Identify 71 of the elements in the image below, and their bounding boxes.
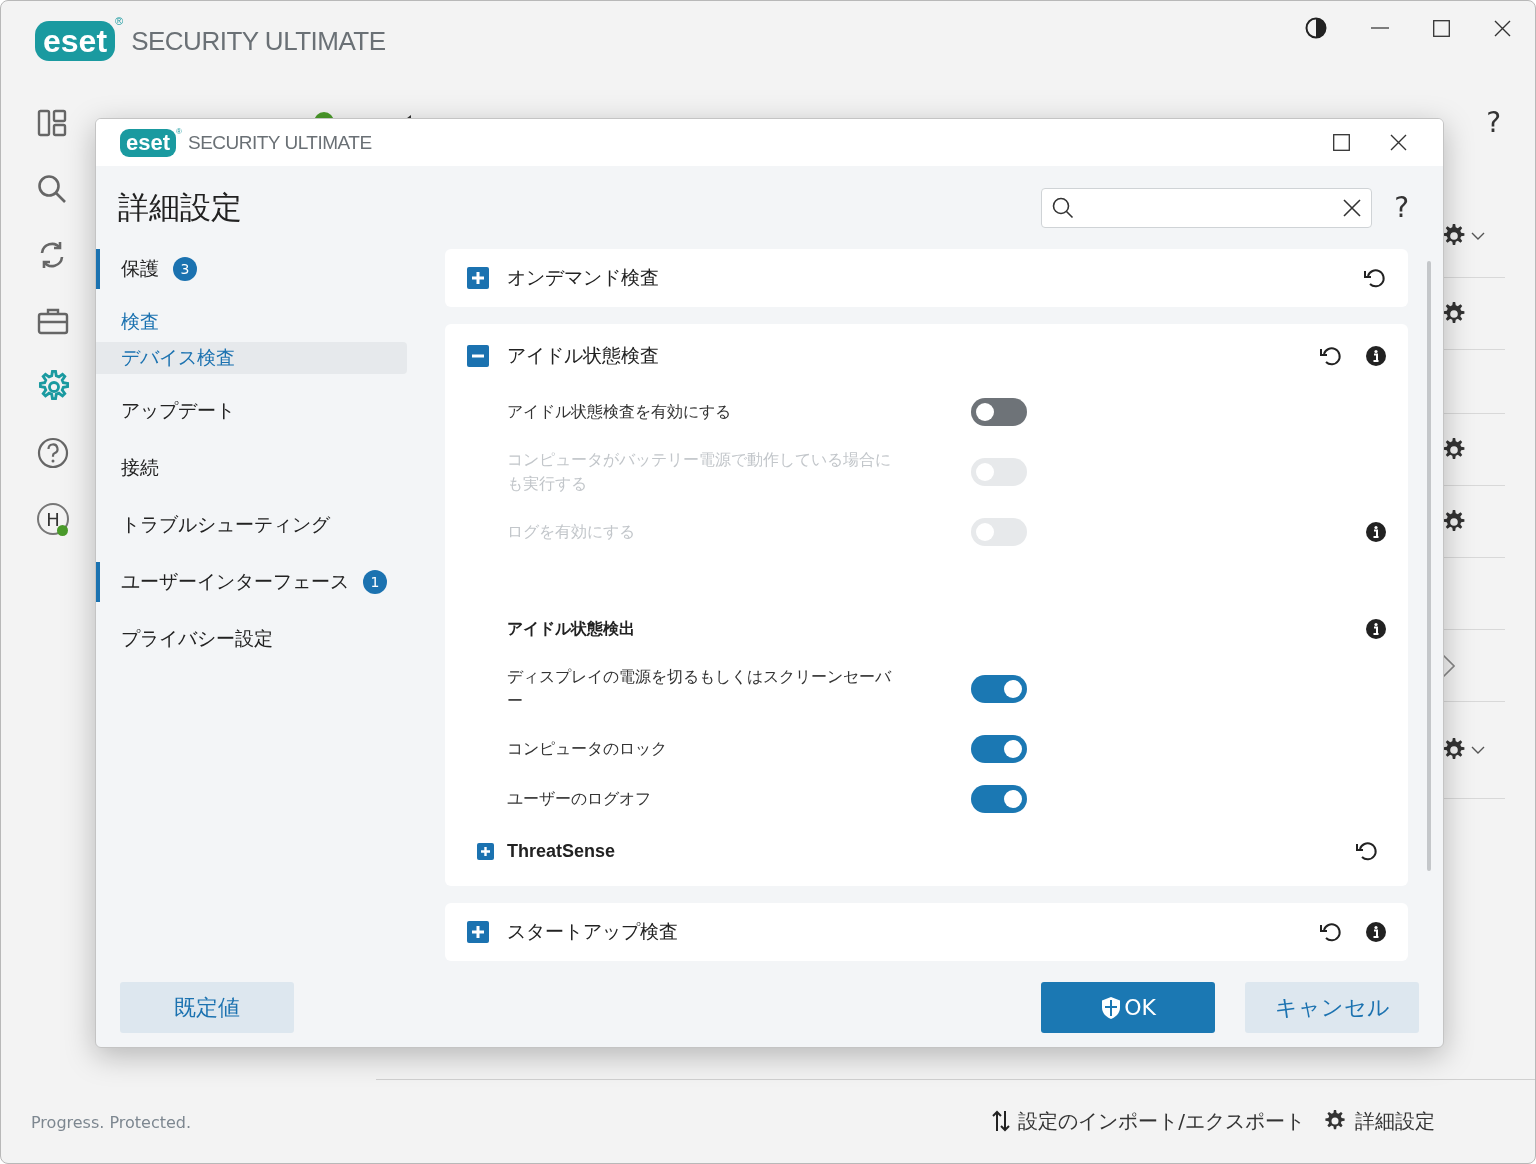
section-title[interactable]: アイドル状態検査 <box>507 342 1320 369</box>
help-icon[interactable] <box>37 437 69 469</box>
contrast-icon[interactable] <box>1305 17 1327 39</box>
footer-link[interactable]: 設定のインポート/エクスポート <box>1018 1107 1305 1135</box>
tagline: Progress. Protected. <box>31 1112 192 1132</box>
reset-icon[interactable] <box>1320 921 1342 943</box>
section-title[interactable]: オンデマンド検査 <box>507 265 1364 291</box>
product-name: SECURITY ULTIMATE <box>131 25 386 57</box>
nav-item[interactable]: 検査 <box>96 306 407 338</box>
nav-item[interactable]: アップデート <box>96 391 407 431</box>
maximize-icon[interactable] <box>1333 134 1350 151</box>
registered-mark: ® <box>115 15 124 28</box>
cancel-button[interactable]: キャンセル <box>1245 982 1419 1033</box>
subsection-title[interactable]: ThreatSense <box>507 840 1356 862</box>
footer-link[interactable]: 詳細設定 <box>1355 1107 1435 1135</box>
expand-icon[interactable] <box>467 921 489 943</box>
info-icon[interactable] <box>1366 345 1386 366</box>
setting-label: コンピュータがバッテリー電源で動作している場合にも実行する <box>507 449 892 495</box>
chevron-right-icon[interactable] <box>1441 652 1455 679</box>
search-field[interactable] <box>1041 187 1373 228</box>
reset-icon[interactable] <box>1320 344 1342 367</box>
minimize-icon[interactable] <box>1371 26 1389 30</box>
collapse-icon[interactable] <box>467 344 489 367</box>
shield-icon <box>1100 995 1123 1020</box>
maximize-icon[interactable] <box>1433 19 1450 37</box>
count-badge: 1 <box>363 570 387 594</box>
help-button[interactable]: ? <box>1394 191 1409 224</box>
toolbox-icon[interactable] <box>37 307 69 335</box>
online-dot <box>57 525 68 536</box>
registered-mark: ® <box>176 127 182 137</box>
dashboard-icon[interactable] <box>37 109 67 137</box>
chevron-down-icon[interactable] <box>1471 232 1485 240</box>
setting-label: アイドル状態検査を有効にする <box>507 401 732 423</box>
nav-item[interactable]: 保護 3 <box>96 249 407 289</box>
import-export-icon[interactable] <box>992 1110 1011 1132</box>
close-icon[interactable] <box>1390 134 1407 151</box>
toggle-switch[interactable] <box>971 785 1027 813</box>
setting-label: ログを有効にする <box>507 521 636 543</box>
reset-icon[interactable] <box>1364 267 1386 289</box>
toggle-switch[interactable] <box>971 398 1027 426</box>
group-heading: アイドル状態検出 <box>507 618 636 640</box>
product-name: SECURITY ULTIMATE <box>187 131 372 154</box>
info-icon[interactable] <box>1366 619 1386 639</box>
reset-icon[interactable] <box>1356 840 1378 862</box>
brand-logo: eset <box>35 21 116 61</box>
nav-item[interactable]: プライバシー設定 <box>96 619 407 659</box>
search-icon <box>1052 196 1075 219</box>
setting-label: コンピュータのロック <box>507 738 668 760</box>
dialog-title: 詳細設定 <box>118 187 242 227</box>
clear-icon[interactable] <box>1343 198 1362 217</box>
help-button[interactable]: ? <box>1486 105 1501 139</box>
chevron-down-icon[interactable] <box>1471 746 1485 754</box>
close-icon[interactable] <box>1494 19 1511 37</box>
section-title[interactable]: スタートアップ検査 <box>507 919 1320 945</box>
setting-label: ディスプレイの電源を切るもしくはスクリーンセーバー <box>507 666 892 712</box>
default-button[interactable]: 既定値 <box>120 982 294 1033</box>
brand-logo: eset <box>120 128 177 157</box>
expand-icon[interactable] <box>477 842 494 860</box>
nav-item[interactable]: トラブルシューティング <box>96 505 407 545</box>
count-badge: 3 <box>173 257 197 281</box>
expand-icon[interactable] <box>467 267 489 289</box>
ok-button[interactable]: OK <box>1041 982 1215 1033</box>
nav-item[interactable]: ユーザーインターフェース 1 <box>96 562 407 602</box>
setting-label: ユーザーのログオフ <box>507 788 652 810</box>
toggle-switch[interactable] <box>971 675 1027 703</box>
info-icon[interactable] <box>1366 922 1386 942</box>
toggle-switch[interactable] <box>971 735 1027 763</box>
nav-item[interactable]: デバイス検査 <box>96 342 407 374</box>
nav-item[interactable]: 接続 <box>96 448 407 488</box>
search-icon[interactable] <box>37 174 67 204</box>
scrollbar[interactable] <box>1426 261 1431 871</box>
